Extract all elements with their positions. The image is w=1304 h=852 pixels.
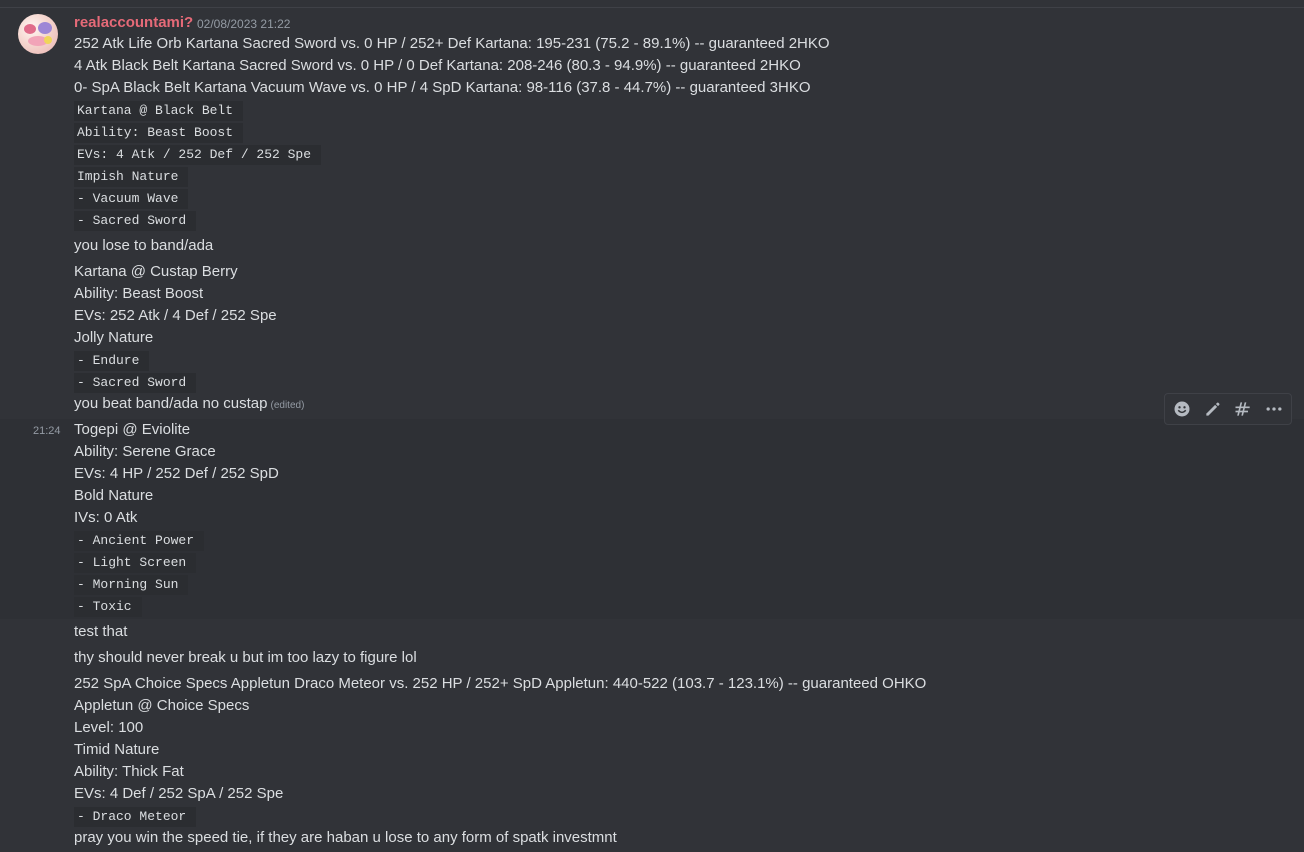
add-reaction-icon xyxy=(1174,401,1190,417)
inline-code: - Draco Meteor xyxy=(74,807,197,827)
create-thread-button[interactable] xyxy=(1228,395,1258,423)
message-line: Kartana @ Custap Berry xyxy=(74,263,238,280)
message-line: IVs: 0 Atk xyxy=(74,509,138,526)
more-icon xyxy=(1266,407,1282,411)
message-line: Togepi @ Eviolite xyxy=(74,421,191,438)
inline-code: - Morning Sun xyxy=(74,575,189,595)
message-line: Ability: Thick Fat xyxy=(74,763,184,780)
inline-code: - Sacred Sword xyxy=(74,373,197,393)
message-line: Jolly Nature xyxy=(74,329,154,346)
edit-button[interactable] xyxy=(1198,395,1228,423)
message-text: you beat band/ada no custap xyxy=(74,395,268,412)
message-line: EVs: 4 Def / 252 SpA / 252 Spe xyxy=(74,785,284,802)
add-reaction-button[interactable] xyxy=(1167,395,1197,423)
message-line: Ability: Serene Grace xyxy=(74,443,216,460)
message-line: Timid Nature xyxy=(74,741,160,758)
inline-code: - Endure xyxy=(74,351,150,371)
message-line: 252 SpA Choice Specs Appletun Draco Mete… xyxy=(74,675,927,692)
message-line: Level: 100 xyxy=(74,719,144,736)
message-line: 4 Atk Black Belt Kartana Sacred Sword vs… xyxy=(74,57,801,74)
more-options-button[interactable] xyxy=(1259,395,1289,423)
avatar[interactable] xyxy=(18,14,58,54)
message-timestamp[interactable]: 02/08/2023 21:22 xyxy=(197,17,290,31)
inline-code: EVs: 4 Atk / 252 Def / 252 Spe xyxy=(74,145,322,165)
thread-icon xyxy=(1235,402,1250,416)
inline-code: Impish Nature xyxy=(74,167,189,187)
message-line: 252 Atk Life Orb Kartana Sacred Sword vs… xyxy=(74,35,830,52)
inline-code: Kartana @ Black Belt xyxy=(74,101,244,121)
inline-code: - Sacred Sword xyxy=(74,211,197,231)
edited-label: (edited) xyxy=(270,400,305,411)
message-actions-toolbar xyxy=(1164,393,1292,425)
top-divider xyxy=(0,0,1304,8)
message-line: you lose to band/ada xyxy=(74,237,214,254)
message-timestamp[interactable]: 21:24 xyxy=(33,425,61,437)
inline-code: - Light Screen xyxy=(74,553,197,573)
message-line: 0- SpA Black Belt Kartana Vacuum Wave vs… xyxy=(74,79,811,96)
message-line: Bold Nature xyxy=(74,487,154,504)
username[interactable]: realaccountami? xyxy=(74,14,193,31)
message-line: Ability: Beast Boost xyxy=(74,285,204,302)
message-line: Appletun @ Choice Specs xyxy=(74,697,250,714)
message-line: pray you win the speed tie, if they are … xyxy=(74,829,617,846)
message-line: EVs: 4 HP / 252 Def / 252 SpD xyxy=(74,465,279,482)
message-line-edited: you beat band/ada no custap (edited) xyxy=(74,393,304,417)
inline-code: - Toxic xyxy=(74,597,142,617)
message-line: EVs: 252 Atk / 4 Def / 252 Spe xyxy=(74,307,277,324)
inline-code: - Vacuum Wave xyxy=(74,189,189,209)
edit-icon xyxy=(1206,402,1220,416)
inline-code: Ability: Beast Boost xyxy=(74,123,244,143)
message-line: test that xyxy=(74,623,128,640)
inline-code: - Ancient Power xyxy=(74,531,205,551)
message-line: thy should never break u but im too lazy… xyxy=(74,649,417,666)
